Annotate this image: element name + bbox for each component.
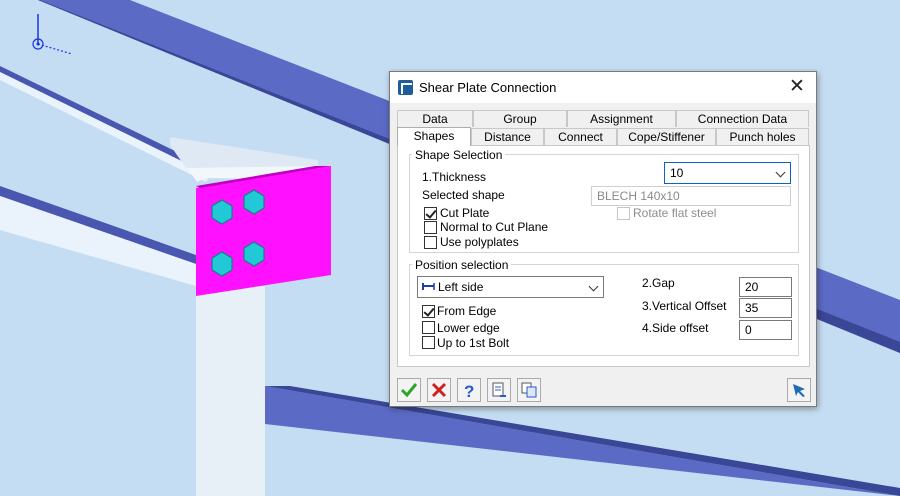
help-button[interactable]: ? xyxy=(457,378,481,402)
lower-edge-label: Lower edge xyxy=(437,321,500,335)
rotate-flat-steel-checkbox[interactable] xyxy=(617,207,630,220)
svg-text:?: ? xyxy=(464,382,474,399)
tab-punch-holes[interactable]: Punch holes xyxy=(716,128,809,145)
cut-plate-checkbox[interactable] xyxy=(424,207,437,220)
thickness-value: 10 xyxy=(670,166,684,180)
from-edge-checkbox[interactable] xyxy=(422,305,435,318)
up-to-1st-bolt-checkbox[interactable] xyxy=(422,336,435,349)
chevron-down-icon[interactable] xyxy=(775,167,786,178)
export-icon xyxy=(492,382,506,397)
vertical-offset-field[interactable]: 35 xyxy=(739,298,792,318)
selected-shape-field: BLECH 140x10 xyxy=(591,186,791,206)
selected-shape-label: Selected shape xyxy=(422,188,505,202)
cut-plate-label: Cut Plate xyxy=(440,206,490,220)
tab-content-shapes: Shape Selection 1.Thickness 10 Selected … xyxy=(397,145,810,367)
tab-assignment[interactable]: Assignment xyxy=(567,110,676,127)
side-offset-label: 4.Side offset xyxy=(642,321,709,335)
tab-group[interactable]: Group xyxy=(473,110,567,127)
cancel-x-icon xyxy=(431,382,447,398)
title-bar[interactable]: Shear Plate Connection ✕ xyxy=(390,72,816,103)
tab-shapes[interactable]: Shapes xyxy=(397,127,471,146)
up-to-1st-bolt-label: Up to 1st Bolt xyxy=(437,336,510,350)
lower-edge-checkbox[interactable] xyxy=(422,321,435,334)
use-polyplates-label: Use polyplates xyxy=(440,235,519,249)
close-icon[interactable]: ✕ xyxy=(784,75,810,99)
export-button[interactable] xyxy=(487,378,511,402)
thickness-combo[interactable]: 10 xyxy=(664,162,791,184)
help-icon: ? xyxy=(464,382,474,399)
pin-icon xyxy=(793,384,805,397)
thickness-label: 1.Thickness xyxy=(422,170,487,184)
gap-field[interactable]: 20 xyxy=(739,277,792,297)
from-edge-label: From Edge xyxy=(437,304,497,318)
side-value: Left side xyxy=(438,280,484,294)
copy-icon xyxy=(521,382,537,398)
shape-selection-title: Shape Selection xyxy=(412,148,506,162)
normal-to-cut-plane-checkbox[interactable] xyxy=(424,221,437,234)
gap-label: 2.Gap xyxy=(642,276,675,290)
position-selection-title: Position selection xyxy=(412,258,512,272)
rotate-flat-steel-label: Rotate flat steel xyxy=(633,206,717,220)
tab-connection-data[interactable]: Connection Data xyxy=(676,110,809,127)
tab-distance[interactable]: Distance xyxy=(471,128,544,145)
side-offset-field[interactable]: 0 xyxy=(739,320,792,340)
normal-to-cut-plane-label: Normal to Cut Plane xyxy=(440,220,549,234)
side-combo[interactable]: Left side xyxy=(417,276,604,298)
copy-button[interactable] xyxy=(517,378,541,402)
vertical-offset-label: 3.Vertical Offset xyxy=(642,299,727,313)
pin-button[interactable] xyxy=(787,378,811,402)
ok-check-icon xyxy=(400,383,418,398)
chevron-down-icon[interactable] xyxy=(588,281,599,292)
left-side-icon xyxy=(422,283,435,290)
tab-data[interactable]: Data xyxy=(397,110,473,127)
shear-plate xyxy=(196,166,331,296)
lower-beam-web xyxy=(196,286,265,496)
use-polyplates-checkbox[interactable] xyxy=(424,236,437,249)
tab-connect[interactable]: Connect xyxy=(544,128,617,145)
ok-button[interactable] xyxy=(397,378,421,402)
tab-cope-stiffener[interactable]: Cope/Stiffener xyxy=(617,128,716,145)
cancel-button[interactable] xyxy=(427,378,451,402)
shear-plate-connection-dialog: Shear Plate Connection ✕ Data Group Assi… xyxy=(389,71,817,407)
dialog-title: Shear Plate Connection xyxy=(419,80,557,95)
app-icon xyxy=(398,80,413,95)
